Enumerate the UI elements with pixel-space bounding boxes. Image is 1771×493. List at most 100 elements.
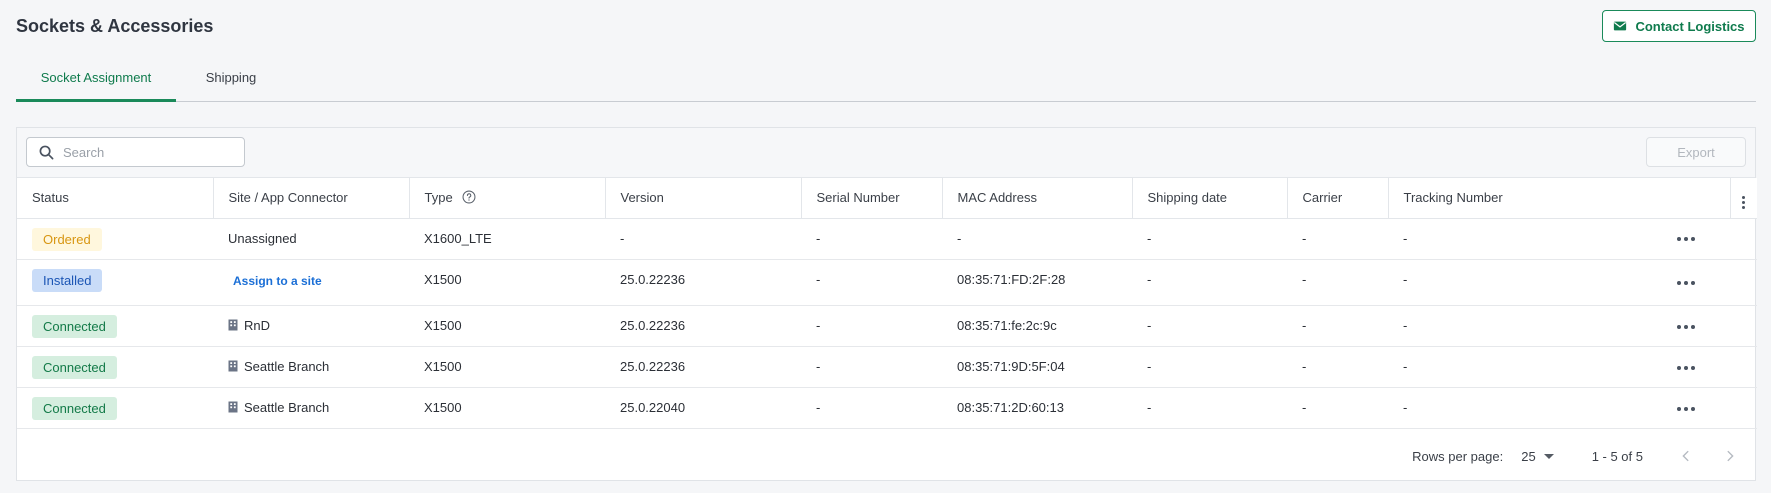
table-row[interactable]: Connected Seattle Branch X1500 25.0.2223… bbox=[17, 346, 1757, 388]
building-icon bbox=[228, 360, 238, 371]
export-button[interactable]: Export bbox=[1646, 137, 1746, 167]
site-name[interactable]: Seattle Branch bbox=[244, 359, 329, 374]
column-header-serial[interactable]: Serial Number bbox=[801, 178, 943, 219]
status-cell: Connected bbox=[17, 346, 213, 388]
contact-logistics-button[interactable]: Contact Logistics bbox=[1602, 10, 1756, 42]
more-horizontal-icon[interactable] bbox=[1677, 280, 1695, 285]
type-cell: X1500 bbox=[409, 259, 605, 306]
type-cell: X1500 bbox=[409, 346, 605, 388]
more-horizontal-icon[interactable] bbox=[1677, 406, 1695, 411]
shipping-date-cell: - bbox=[1132, 346, 1287, 388]
tracking-value: - bbox=[1403, 230, 1408, 246]
column-header-tracking[interactable]: Tracking Number bbox=[1388, 178, 1731, 219]
carrier-cell: - bbox=[1287, 305, 1388, 347]
table-row[interactable]: Installed Assign to a site X1500 25.0.22… bbox=[17, 259, 1757, 306]
status-badge: Connected bbox=[32, 396, 117, 420]
type-cell: X1600_LTE bbox=[409, 218, 605, 260]
site-cell: Seattle Branch bbox=[213, 346, 409, 388]
sockets-table-panel: Export Status Site / App Connector Type bbox=[16, 127, 1757, 481]
status-badge: Connected bbox=[32, 355, 117, 379]
version-cell: 25.0.22236 bbox=[605, 259, 801, 306]
page: Sockets & Accessories Contact Logistics … bbox=[0, 0, 1771, 493]
tracking-cell: - bbox=[1388, 387, 1730, 429]
serial-cell: - bbox=[801, 387, 942, 429]
search-icon bbox=[39, 145, 54, 159]
rows-per-page-value: 25 bbox=[1521, 448, 1536, 464]
column-header-mac[interactable]: MAC Address bbox=[942, 178, 1133, 219]
serial-cell: - bbox=[801, 346, 942, 388]
chevron-right-icon[interactable] bbox=[1723, 449, 1737, 463]
column-header-carrier[interactable]: Carrier bbox=[1287, 178, 1389, 219]
status-badge: Connected bbox=[32, 314, 117, 338]
shipping-date-cell: - bbox=[1132, 259, 1287, 306]
type-cell: X1500 bbox=[409, 305, 605, 347]
carrier-cell: - bbox=[1287, 346, 1388, 388]
mac-cell: - bbox=[942, 218, 1132, 260]
column-header-site[interactable]: Site / App Connector bbox=[213, 178, 410, 219]
tracking-cell: - bbox=[1388, 346, 1730, 388]
table-row[interactable]: Connected RnD X1500 25.0.22236 - 08:35:7… bbox=[17, 305, 1757, 347]
shipping-date-cell: - bbox=[1132, 387, 1287, 429]
building-icon bbox=[228, 401, 238, 412]
building-icon bbox=[228, 319, 238, 330]
status-badge: Installed bbox=[32, 268, 103, 292]
serial-cell: - bbox=[801, 259, 942, 306]
carrier-cell: - bbox=[1287, 387, 1388, 429]
more-horizontal-icon[interactable] bbox=[1677, 236, 1695, 241]
serial-cell: - bbox=[801, 305, 942, 347]
site-cell: Unassigned bbox=[213, 218, 409, 260]
more-horizontal-icon[interactable] bbox=[1677, 324, 1695, 329]
status-cell: Ordered bbox=[17, 218, 213, 260]
column-menu-button[interactable] bbox=[1730, 178, 1757, 219]
rows-per-page-select[interactable]: 25 bbox=[1521, 448, 1554, 464]
pager bbox=[1679, 449, 1737, 463]
help-circle-icon[interactable] bbox=[462, 190, 476, 204]
more-vertical-icon bbox=[1742, 195, 1746, 209]
table-row[interactable]: Ordered Unassigned X1600_LTE - - - - - - bbox=[17, 218, 1757, 260]
row-spacer bbox=[1730, 387, 1757, 429]
contact-logistics-label: Contact Logistics bbox=[1635, 18, 1745, 34]
tracking-cell: - bbox=[1388, 305, 1730, 347]
mac-cell: 08:35:71:FD:2F:28 bbox=[942, 259, 1132, 306]
tab-bar: Socket Assignment Shipping bbox=[16, 62, 1756, 102]
status-cell: Installed bbox=[17, 259, 213, 306]
site-name[interactable]: RnD bbox=[244, 318, 270, 333]
site-name[interactable]: Seattle Branch bbox=[244, 400, 329, 415]
site-cell: Assign to a site bbox=[213, 259, 409, 306]
page-range: 1 - 5 of 5 bbox=[1591, 448, 1643, 464]
carrier-cell: - bbox=[1287, 259, 1388, 306]
column-header-shipping-date[interactable]: Shipping date bbox=[1132, 178, 1288, 219]
row-spacer bbox=[1730, 218, 1757, 260]
chevron-left-icon[interactable] bbox=[1679, 449, 1693, 463]
page-title: Sockets & Accessories bbox=[16, 16, 214, 36]
column-header-status[interactable]: Status bbox=[17, 178, 214, 219]
tracking-value: - bbox=[1403, 271, 1408, 287]
column-header-version[interactable]: Version bbox=[605, 178, 802, 219]
table-row[interactable]: Connected Seattle Branch X1500 25.0.2204… bbox=[17, 387, 1757, 429]
row-spacer bbox=[1730, 346, 1757, 388]
tracking-value: - bbox=[1403, 399, 1408, 415]
caret-down-icon bbox=[1543, 453, 1554, 459]
search-box[interactable] bbox=[26, 137, 245, 167]
mail-icon bbox=[1614, 21, 1627, 31]
tab-socket-assignment[interactable]: Socket Assignment bbox=[16, 62, 176, 102]
type-cell: X1500 bbox=[409, 387, 605, 429]
search-input[interactable] bbox=[63, 144, 233, 160]
more-horizontal-icon[interactable] bbox=[1677, 365, 1695, 370]
rows-per-page-label: Rows per page: bbox=[1412, 448, 1504, 464]
row-spacer bbox=[1730, 305, 1757, 347]
table-toolbar: Export bbox=[17, 128, 1755, 178]
shipping-date-cell: - bbox=[1132, 218, 1287, 260]
tracking-cell: - bbox=[1388, 218, 1730, 260]
version-cell: 25.0.22040 bbox=[605, 387, 801, 429]
site-cell: RnD bbox=[213, 305, 409, 347]
assign-to-site-link[interactable]: Assign to a site bbox=[233, 274, 322, 288]
site-cell: Seattle Branch bbox=[213, 387, 409, 429]
tab-shipping[interactable]: Shipping bbox=[176, 62, 286, 102]
sockets-table: Status Site / App Connector Type Version… bbox=[17, 178, 1757, 429]
column-header-type[interactable]: Type bbox=[409, 178, 606, 219]
tracking-value: - bbox=[1403, 358, 1408, 374]
mac-cell: 08:35:71:fe:2c:9c bbox=[942, 305, 1132, 347]
mac-cell: 08:35:71:2D:60:13 bbox=[942, 387, 1132, 429]
row-spacer bbox=[1730, 259, 1757, 306]
